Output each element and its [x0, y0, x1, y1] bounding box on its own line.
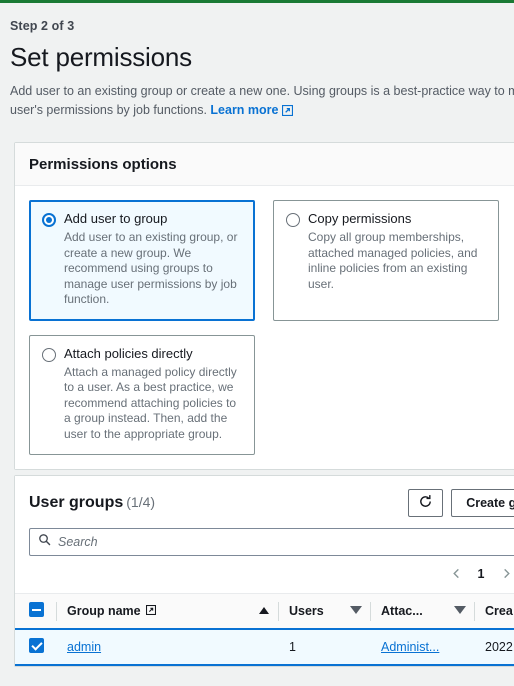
- column-created[interactable]: Crea: [475, 593, 514, 629]
- option-copy-permissions-description: Copy all group memberships, attached man…: [308, 230, 478, 291]
- option-attach-policies-directly[interactable]: Attach policies directly Attach a manage…: [29, 334, 255, 455]
- column-select-all: [15, 593, 57, 629]
- permissions-options-card: Permissions options Add user to group Ad…: [14, 142, 514, 470]
- permissions-card-header: Permissions options: [15, 143, 514, 186]
- permissions-card-title: Permissions options: [29, 156, 177, 173]
- table-body: admin 1 Administ... 2022: [15, 627, 514, 666]
- pagination-next-button[interactable]: [494, 562, 514, 586]
- option-copy-permissions[interactable]: Copy permissions Copy all group membersh…: [273, 200, 499, 321]
- cell-attached-policies: Administ...: [371, 627, 475, 666]
- create-group-button[interactable]: Create group: [451, 489, 514, 517]
- option-attach-policies-directly-row: Attach policies directly: [42, 346, 242, 362]
- option-add-user-to-group-label: Add user to group: [64, 211, 168, 226]
- cell-users: 1: [279, 627, 371, 666]
- cell-created: 2022: [475, 627, 514, 666]
- column-users-inner: Users: [289, 603, 362, 618]
- chevron-right-icon: [501, 567, 512, 582]
- attached-policy-link[interactable]: Administ...: [381, 640, 439, 654]
- table-head: Group name Users Attac... Crea: [15, 593, 514, 629]
- column-group-name-label: Group name: [67, 603, 141, 618]
- search-input[interactable]: [58, 535, 514, 549]
- option-attach-policies-directly-label: Attach policies directly: [64, 345, 193, 361]
- row-select-cell: [15, 627, 57, 666]
- search-box[interactable]: [29, 528, 514, 556]
- option-copy-permissions-label: Copy permissions: [308, 211, 412, 226]
- user-groups-title-wrap: User groups (1/4): [29, 494, 155, 512]
- search-icon: [38, 533, 51, 551]
- step-indicator: Step 2 of 3: [10, 19, 75, 33]
- option-copy-permissions-row: Copy permissions: [286, 211, 486, 227]
- column-group-name-label-wrap: Group name: [67, 604, 156, 618]
- pagination-prev-button[interactable]: [444, 562, 468, 586]
- column-attached-policies-label: Attac...: [381, 603, 423, 618]
- radio-add-user-to-group[interactable]: [42, 213, 56, 227]
- pagination-page-1[interactable]: 1: [470, 567, 492, 581]
- page-description: Add user to an existing group or create …: [10, 82, 514, 121]
- row-checkbox[interactable]: [29, 637, 44, 653]
- column-attached-policies-inner: Attac...: [381, 603, 466, 618]
- column-users[interactable]: Users: [279, 593, 371, 629]
- column-group-name[interactable]: Group name: [57, 593, 279, 629]
- radio-copy-permissions[interactable]: [286, 213, 300, 227]
- user-groups-table: Group name Users Attac... Crea admin 1 A…: [15, 593, 514, 666]
- learn-more-label: Learn more: [210, 102, 279, 117]
- option-add-user-to-group-description: Add user to an existing group, or create…: [64, 230, 238, 306]
- cell-group-name: admin: [57, 627, 279, 666]
- external-link-icon: [145, 604, 156, 618]
- select-all-checkbox[interactable]: [29, 601, 44, 617]
- refresh-button[interactable]: [408, 489, 444, 517]
- external-link-icon: [281, 103, 293, 122]
- table-row[interactable]: admin 1 Administ... 2022: [15, 627, 514, 666]
- option-add-user-to-group[interactable]: Add user to group Add user to an existin…: [29, 200, 255, 321]
- user-groups-count: (1/4): [126, 494, 156, 510]
- chevron-left-icon: [451, 567, 462, 582]
- user-groups-card: User groups(1/4) Create group: [14, 475, 514, 667]
- page-header: Step 2 of 3 Set permissions Add user to …: [0, 3, 514, 131]
- sort-icon: [350, 606, 362, 615]
- column-group-name-inner: Group name: [67, 604, 269, 618]
- column-attached-policies[interactable]: Attac...: [371, 593, 475, 629]
- column-created-label: Crea: [485, 603, 513, 618]
- refresh-icon: [418, 494, 433, 512]
- table-header-row: Group name Users Attac... Crea: [15, 593, 514, 629]
- sort-ascending-icon: [259, 607, 269, 615]
- user-groups-title: User groups: [29, 494, 124, 511]
- option-attach-policies-directly-description: Attach a managed policy directly to a us…: [64, 364, 237, 441]
- column-created-inner: Crea: [485, 604, 514, 618]
- learn-more-link[interactable]: Learn more: [210, 102, 293, 117]
- group-name-link[interactable]: admin: [67, 640, 101, 654]
- option-add-user-to-group-row: Add user to group: [42, 211, 242, 227]
- sort-icon: [454, 606, 466, 615]
- pagination: 1: [15, 556, 514, 593]
- radio-attach-policies-directly[interactable]: [42, 347, 56, 362]
- column-users-label: Users: [289, 603, 324, 618]
- user-groups-header: User groups(1/4) Create group: [15, 476, 514, 517]
- permissions-options-body: Add user to group Add user to an existin…: [15, 186, 514, 469]
- page-title: Set permissions: [10, 42, 192, 72]
- user-groups-actions: Create group: [408, 489, 514, 517]
